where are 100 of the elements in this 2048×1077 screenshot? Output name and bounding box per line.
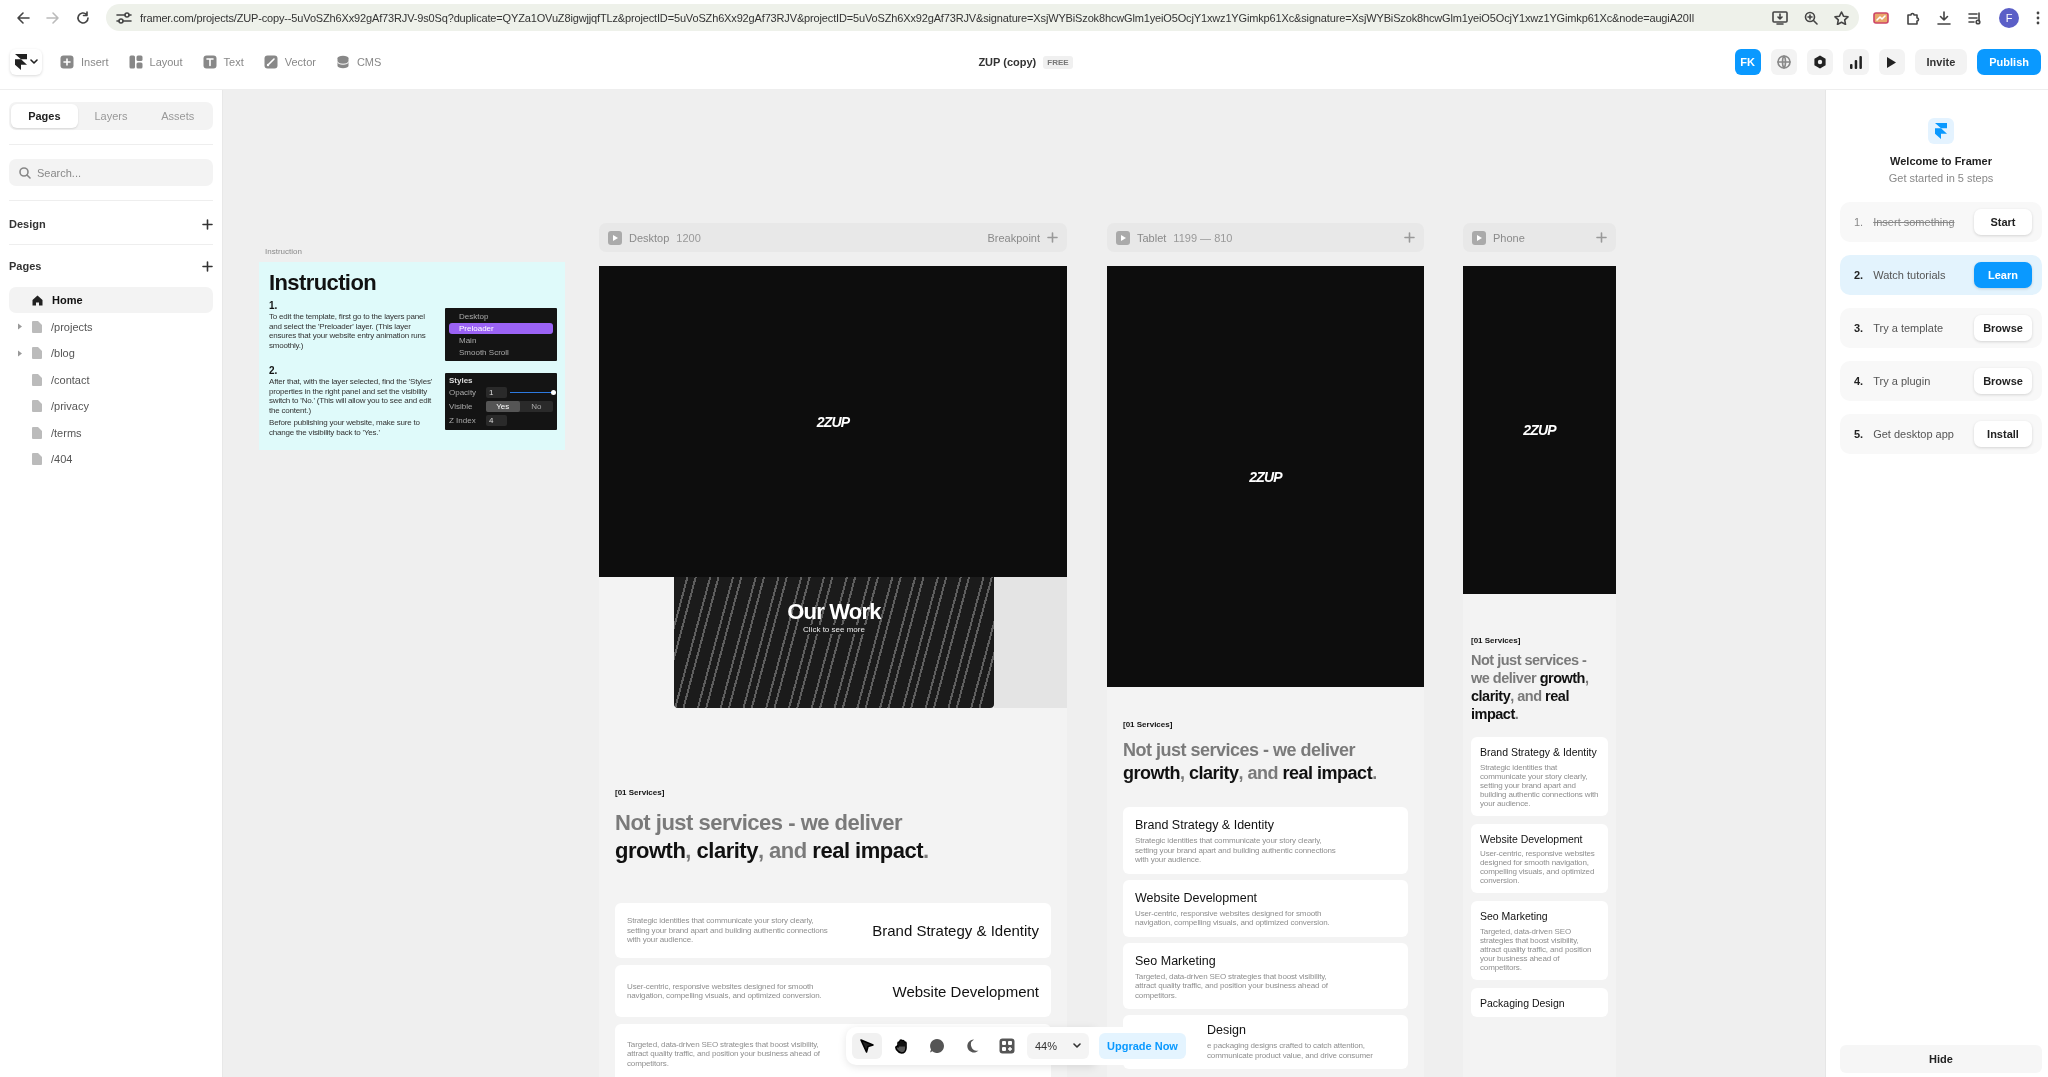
layout-tool-button[interactable]: Layout — [128, 55, 183, 69]
service-title: Brand Strategy & Identity — [872, 922, 1039, 939]
layer-row-text: Main — [458, 335, 478, 346]
page-item[interactable]: /terms — [9, 419, 213, 446]
onboarding-step[interactable]: 3. Try a template Browse — [1840, 308, 2042, 348]
service-description: Strategic identities that communicate your story clearly, setting your brand apart and building authentic connections with your audience. — [1135, 836, 1337, 865]
select-tool-button[interactable] — [852, 1033, 882, 1059]
page-item[interactable]: /404 — [9, 446, 213, 472]
layout-grid-icon — [128, 55, 143, 69]
service-title: Design — [1207, 1023, 1247, 1037]
onboarding-step[interactable]: 5. Get desktop app Install — [1840, 414, 2042, 454]
globe-icon — [1776, 55, 1791, 69]
section-heading: Not just services - we deliver growth, clarity, and real impact. — [1471, 651, 1590, 723]
step-label: Get desktop app — [1873, 428, 1955, 440]
service-title: Seo Marketing — [1480, 910, 1549, 923]
section-heading: Not just services - we deliver growth, clarity, and real impact. — [615, 809, 930, 865]
onboarding-step[interactable]: 1. Insert something Start — [1840, 202, 2042, 242]
expand-arrow-icon[interactable] — [17, 349, 23, 357]
framer-logo-icon — [14, 54, 27, 70]
more-menu-icon[interactable] — [2036, 10, 2040, 25]
site-logo: 2ZUP — [1523, 422, 1556, 438]
step-action-button[interactable]: Browse — [1974, 368, 2032, 394]
value-field: 1 — [486, 387, 507, 398]
plus-icon — [1047, 232, 1058, 243]
vector-tool-button[interactable]: Vector — [263, 55, 316, 69]
caret-icon — [29, 59, 38, 65]
puzzle-icon — [1906, 10, 1920, 25]
section-title: Design — [9, 218, 46, 230]
expand-arrow-icon[interactable] — [17, 323, 23, 330]
instruction-title: Instruction — [269, 270, 378, 296]
search-field[interactable]: Search... — [9, 159, 213, 186]
page-item[interactable]: /contact — [9, 366, 213, 393]
framer-logo-icon — [1935, 123, 1947, 139]
page-icon — [32, 347, 42, 359]
pointer-icon — [859, 1038, 875, 1054]
layer-row: Preloader — [449, 323, 553, 334]
step-label: Watch tutorials — [1873, 269, 1947, 281]
invite-button[interactable]: Invite — [1914, 49, 1968, 75]
database-icon — [335, 55, 350, 69]
settings-button[interactable] — [1806, 49, 1833, 75]
hide-button[interactable]: Hide — [1840, 1045, 2042, 1073]
service-description: User-centric, responsive websites designed for smooth navigation, compelling visuals, and optimized conversion. — [1480, 849, 1596, 885]
step-label: Try a plugin — [1873, 375, 1932, 387]
step-label: Try a template — [1873, 322, 1945, 334]
play-icon — [1886, 55, 1898, 69]
plan-badge: FREE — [1043, 55, 1073, 69]
page-item[interactable]: Home — [9, 287, 213, 313]
text-tool-icon — [202, 55, 217, 69]
zoom-dropdown[interactable]: 44% — [1027, 1033, 1090, 1059]
step-number: 2. — [269, 365, 279, 376]
download-icon — [1937, 10, 1951, 25]
section-label: [01 Services] — [1123, 720, 1174, 729]
cms-tool-button[interactable]: CMS — [335, 55, 382, 69]
step-action-button[interactable]: Install — [1974, 421, 2032, 447]
back-arrow-icon — [16, 10, 30, 25]
site-settings-icon — [116, 10, 132, 25]
page-item[interactable]: /projects — [9, 313, 213, 340]
site-logo: 2ZUP — [1249, 468, 1282, 485]
grid-plus-icon — [999, 1038, 1015, 1054]
service-title: Brand Strategy & Identity — [1135, 818, 1275, 832]
service-description: Strategic identities that communicate your story clearly, setting your brand apart and building authentic connections with your audience. — [627, 916, 829, 945]
welcome-subtitle: Get started in 5 steps — [1888, 172, 1994, 184]
profile-avatar[interactable]: F — [1999, 7, 2019, 28]
page-icon — [32, 426, 42, 439]
install-app-icon — [1772, 10, 1788, 25]
project-title[interactable]: ZUP (copy) — [978, 56, 1037, 68]
page-item[interactable]: /privacy — [9, 393, 213, 419]
analytics-button[interactable] — [1842, 49, 1869, 75]
preview-button[interactable] — [1878, 49, 1905, 75]
panel-tab[interactable]: Pages — [11, 104, 78, 128]
service-description: Targeted, data-driven SEO strategies that boost visibility, attract quality traffic, and position your business ahead of competitors. — [1480, 926, 1593, 972]
step-number: 5. — [1854, 428, 1864, 440]
site-settings-button[interactable] — [1770, 49, 1797, 75]
hexagon-settings-icon — [1812, 55, 1827, 69]
service-title: Seo Marketing — [1135, 953, 1217, 968]
section-label: [01 Services] — [615, 788, 666, 797]
value-field: 4 — [486, 415, 507, 426]
step-number: 2. — [1854, 269, 1864, 281]
add-button[interactable] — [202, 218, 213, 230]
field-label: Opacity — [449, 388, 478, 397]
service-description: Strategic identities that communicate your story clearly, setting your brand apart and building authentic connections with your audience. — [1480, 762, 1600, 808]
step-action-button[interactable]: Start — [1974, 209, 2032, 235]
page-item[interactable]: /blog — [9, 340, 213, 366]
layer-row-text: Desktop — [458, 311, 490, 322]
onboarding-step[interactable]: 4. Try a plugin Browse — [1840, 361, 2042, 401]
plus-icon — [202, 260, 213, 272]
page-icon — [32, 320, 42, 333]
page-icon — [32, 453, 42, 465]
insert-tool-button[interactable]: Insert — [60, 55, 109, 69]
service-description: e packaging designs crafted to catch attention, communicate product value, and drive consumer — [1207, 1041, 1374, 1060]
extension-icon — [1873, 10, 1889, 25]
onboarding-step[interactable]: 2. Watch tutorials Learn — [1840, 255, 2042, 295]
service-title: Website Development — [892, 982, 1039, 1000]
text-tool-button[interactable]: Text — [202, 55, 244, 69]
add-button[interactable] — [202, 260, 213, 272]
step-action-button[interactable]: Browse — [1974, 315, 2032, 341]
service-title: Website Development — [1135, 890, 1259, 905]
service-title: Website Development — [1480, 832, 1584, 845]
field-label: Visible — [449, 402, 474, 411]
page-icon — [32, 400, 42, 412]
